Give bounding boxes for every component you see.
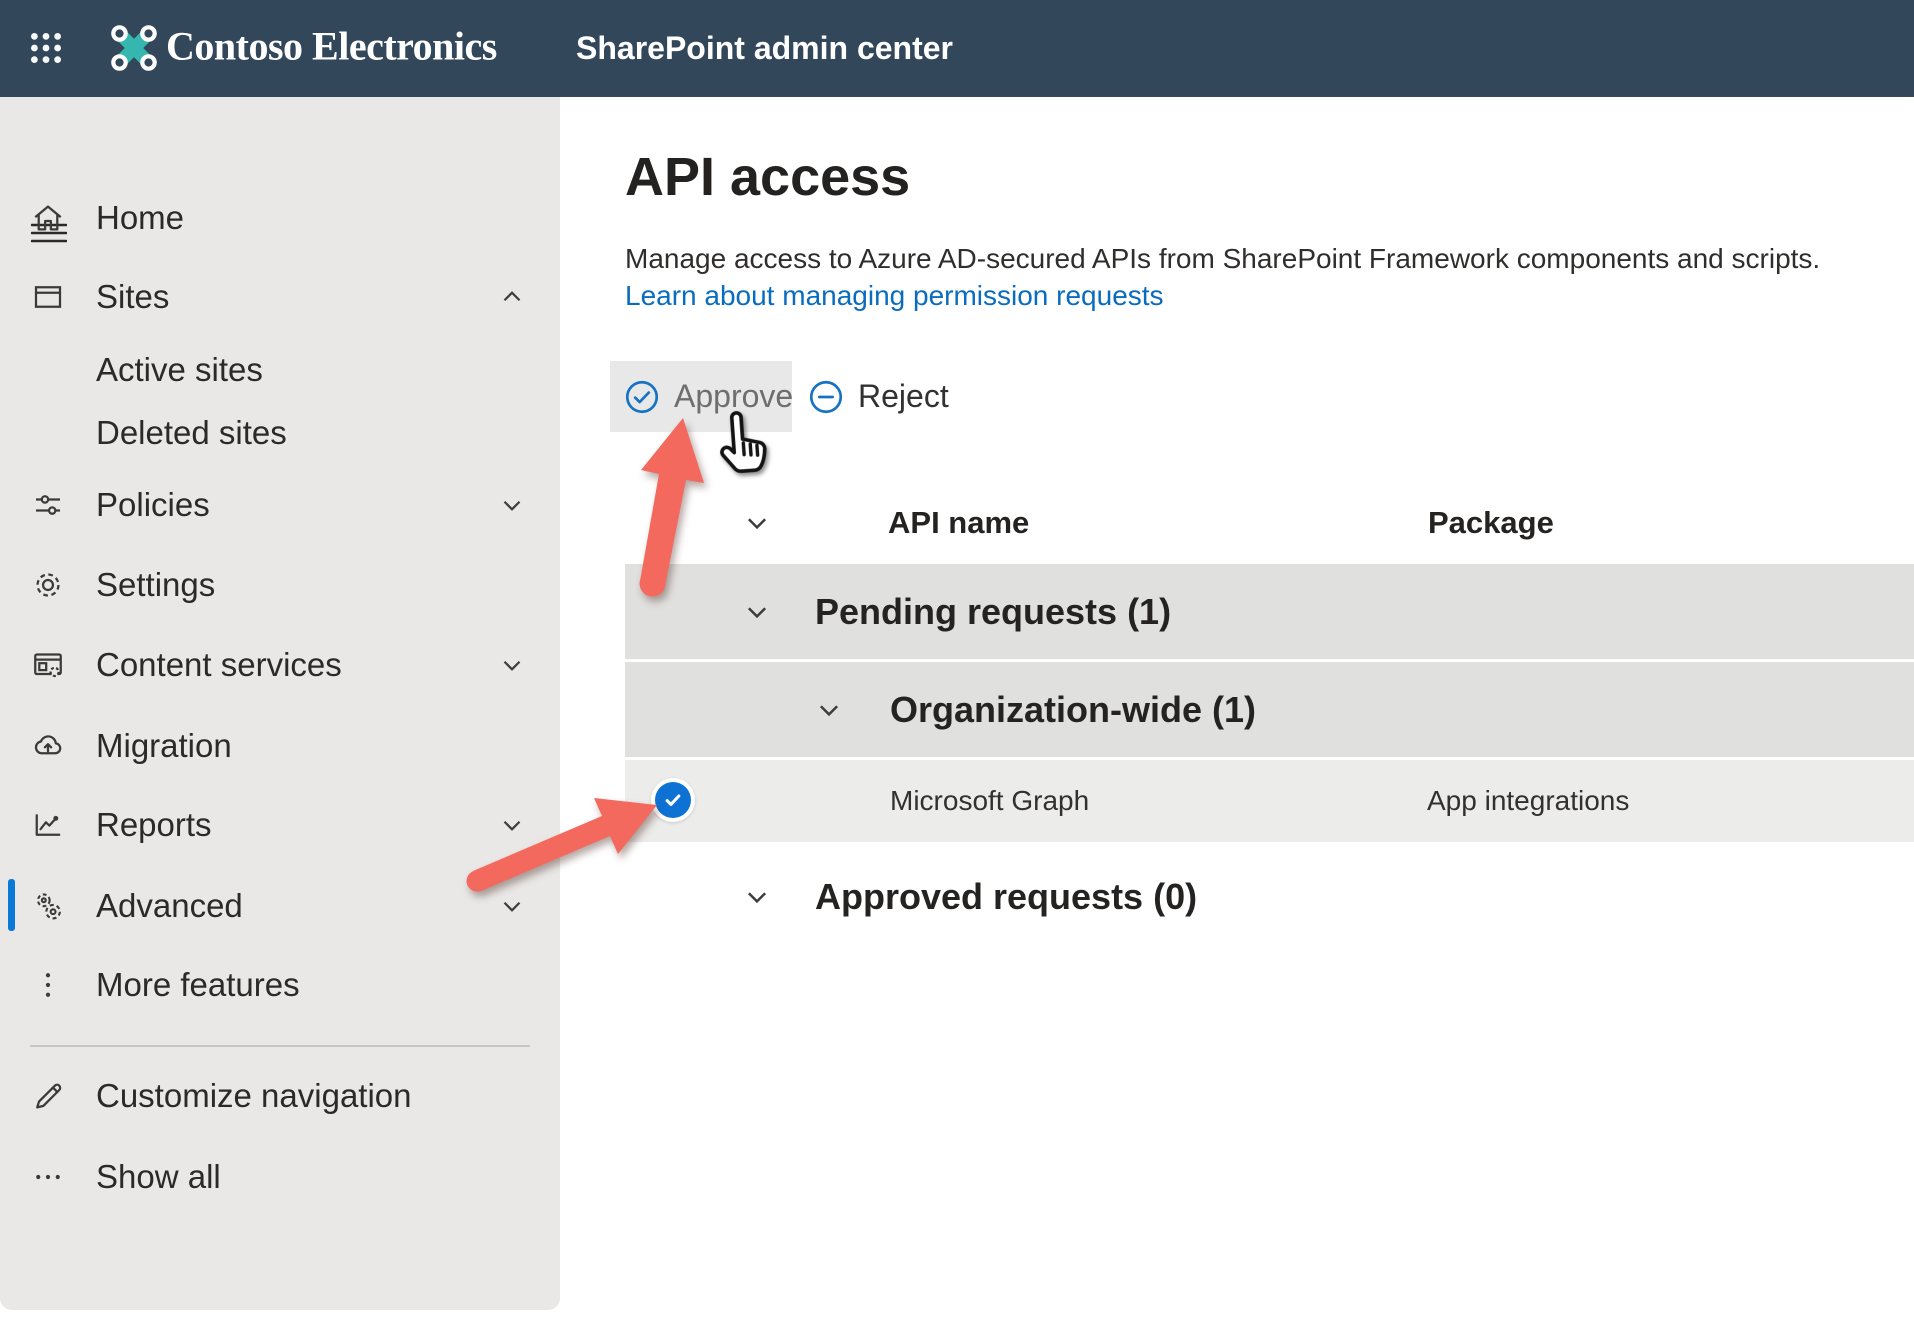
- sites-icon: [30, 279, 66, 315]
- sidebar-item-label: Deleted sites: [96, 414, 287, 452]
- admin-center-title: SharePoint admin center: [576, 30, 953, 67]
- expand-all-chevron-icon[interactable]: [742, 508, 772, 538]
- sidebar-divider: [30, 1045, 530, 1047]
- sidebar-item-label: Migration: [96, 727, 232, 765]
- reject-button[interactable]: Reject: [800, 361, 978, 432]
- approve-button[interactable]: Approve: [610, 361, 792, 432]
- double-gear-icon: [30, 888, 66, 924]
- learn-more-link[interactable]: Learn about managing permission requests: [625, 280, 1164, 312]
- sidebar-item-home[interactable]: Home: [0, 189, 560, 247]
- sidebar-item-migration[interactable]: Migration: [0, 717, 560, 775]
- sharepoint-admin-app: Contoso Electronics SharePoint admin cen…: [0, 0, 1914, 1322]
- sidebar-item-label: Sites: [96, 278, 169, 316]
- row-selected-checkbox[interactable]: [651, 778, 695, 822]
- sidebar-item-customize-navigation[interactable]: Customize navigation: [0, 1067, 560, 1125]
- sidebar-item-label: Home: [96, 199, 184, 237]
- policies-icon: [30, 487, 66, 523]
- chevron-down-icon: [497, 490, 527, 520]
- sidebar-item-label: Customize navigation: [96, 1077, 412, 1115]
- cloud-upload-icon: [30, 728, 66, 764]
- circle-check-icon: [623, 378, 661, 416]
- table-row-microsoft-graph[interactable]: [625, 760, 1914, 842]
- sidebar-item-advanced[interactable]: Advanced: [0, 877, 560, 935]
- chevron-down-icon[interactable]: [814, 695, 844, 725]
- sidebar-item-policies[interactable]: Policies: [0, 476, 560, 534]
- vertical-ellipsis-icon: [30, 967, 66, 1003]
- sidebar-item-label: Show all: [96, 1158, 221, 1196]
- sidebar-item-show-all[interactable]: Show all: [0, 1148, 560, 1206]
- sidebar-item-reports[interactable]: Reports: [0, 796, 560, 854]
- brand-name: Contoso Electronics: [166, 23, 497, 70]
- contoso-logo-icon: [110, 24, 158, 72]
- cell-api-name: Microsoft Graph: [890, 785, 1089, 817]
- sidebar-item-label: Advanced: [96, 887, 243, 925]
- sidebar-item-deleted-sites[interactable]: Deleted sites: [0, 404, 560, 462]
- check-icon: [660, 787, 686, 813]
- sidebar-item-active-sites[interactable]: Active sites: [0, 341, 560, 399]
- sidebar-item-label: Active sites: [96, 351, 263, 389]
- approve-button-label: Approve: [674, 377, 793, 414]
- gear-icon: [30, 567, 66, 603]
- column-header-api-name[interactable]: API name: [888, 505, 1029, 541]
- column-header-package[interactable]: Package: [1428, 505, 1554, 541]
- chevron-up-icon: [497, 282, 527, 312]
- group-label-pending: Pending requests (1): [815, 591, 1171, 633]
- sidebar-item-content-services[interactable]: Content services: [0, 636, 560, 694]
- home-icon: [30, 200, 66, 236]
- sidebar-item-label: Policies: [96, 486, 210, 524]
- circle-minus-icon: [807, 378, 845, 416]
- chevron-down-icon: [497, 891, 527, 921]
- top-app-bar: Contoso Electronics SharePoint admin cen…: [0, 0, 1914, 97]
- sidebar-item-label: Settings: [96, 566, 215, 604]
- chevron-down-icon: [497, 810, 527, 840]
- group-label-approved: Approved requests (0): [815, 876, 1197, 918]
- cell-package: App integrations: [1427, 785, 1629, 817]
- app-launcher-waffle-icon[interactable]: [27, 29, 65, 67]
- sidebar-item-label: Reports: [96, 806, 212, 844]
- line-chart-icon: [30, 807, 66, 843]
- group-label-organization-wide: Organization-wide (1): [890, 689, 1256, 731]
- chevron-down-icon[interactable]: [742, 882, 772, 912]
- sidebar-item-label: More features: [96, 966, 300, 1004]
- horizontal-ellipsis-icon: [30, 1159, 66, 1195]
- sidebar-item-sites[interactable]: Sites: [0, 268, 560, 326]
- sidebar-item-settings[interactable]: Settings: [0, 556, 560, 614]
- reject-button-label: Reject: [858, 377, 949, 414]
- chevron-down-icon: [497, 650, 527, 680]
- sidebar-item-label: Content services: [96, 646, 342, 684]
- chevron-down-icon[interactable]: [742, 597, 772, 627]
- page-description: Manage access to Azure AD-secured APIs f…: [625, 243, 1820, 275]
- sidebar-item-more-features[interactable]: More features: [0, 956, 560, 1014]
- content-services-icon: [30, 647, 66, 683]
- page-title: API access: [625, 146, 910, 208]
- pencil-icon: [30, 1078, 66, 1114]
